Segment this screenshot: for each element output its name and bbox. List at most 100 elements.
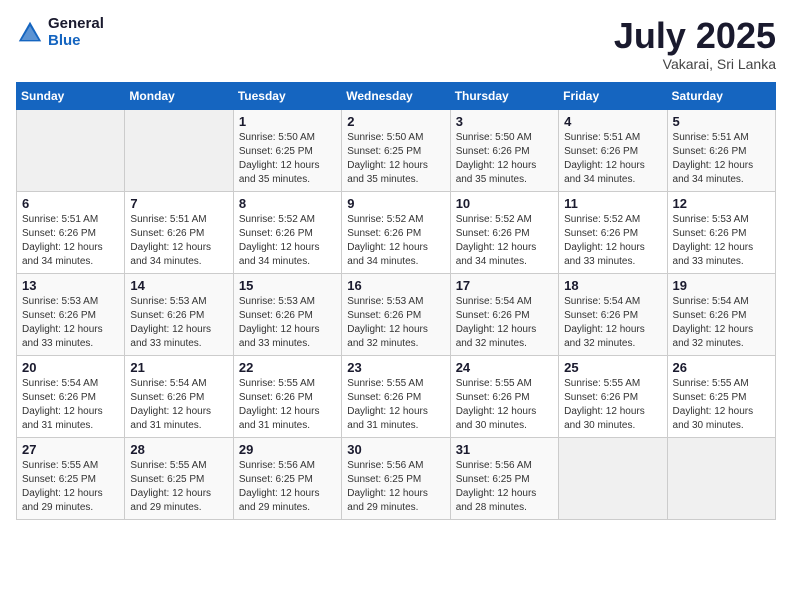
calendar-cell — [667, 437, 775, 519]
page-header: General Blue July 2025 Vakarai, Sri Lank… — [16, 16, 776, 72]
title-area: July 2025 Vakarai, Sri Lanka — [614, 16, 776, 72]
calendar-week-row: 27 Sunrise: 5:55 AMSunset: 6:25 PMDayligh… — [17, 437, 776, 519]
day-info: Sunrise: 5:50 AMSunset: 6:25 PMDaylight:… — [347, 131, 444, 187]
day-number: 31 — [456, 442, 553, 457]
calendar-cell: 26 Sunrise: 5:55 AMSunset: 6:25 PMDayligh… — [667, 355, 775, 437]
day-info: Sunrise: 5:51 AMSunset: 6:26 PMDaylight:… — [130, 213, 227, 269]
calendar-cell: 19Sunrise: 5:54 AMSunset: 6:26 PMDayligh… — [667, 273, 775, 355]
day-number: 29 — [239, 442, 336, 457]
location: Vakarai, Sri Lanka — [614, 56, 776, 72]
day-number: 17 — [456, 278, 553, 293]
calendar-week-row: 1Sunrise: 5:50 AMSunset: 6:25 PMDaylight… — [17, 109, 776, 191]
day-info: Sunrise: 5:55 AMSunset: 6:25 PMDaylight:… — [22, 459, 119, 515]
calendar-cell: 23Sunrise: 5:55 AMSunset: 6:26 PMDayligh… — [342, 355, 450, 437]
weekday-header: Monday — [125, 82, 233, 109]
calendar-cell: 2 Sunrise: 5:50 AMSunset: 6:25 PMDaylight… — [342, 109, 450, 191]
day-info: Sunrise: 5:51 AMSunset: 6:26 PMDaylight:… — [22, 213, 119, 269]
day-info: Sunrise: 5:55 AMSunset: 6:25 PMDaylight:… — [673, 377, 770, 433]
calendar-cell: 31 Sunrise: 5:56 AMSunset: 6:25 PMDayligh… — [450, 437, 558, 519]
day-number: 11 — [564, 196, 661, 211]
day-number: 21 — [130, 360, 227, 375]
month-title: July 2025 — [614, 16, 776, 56]
calendar-cell — [559, 437, 667, 519]
logo-icon — [16, 19, 44, 47]
day-info: Sunrise: 5:50 AMSunset: 6:25 PMDaylight:… — [239, 131, 336, 187]
calendar-cell: 14Sunrise: 5:53 AMSunset: 6:26 PMDayligh… — [125, 273, 233, 355]
weekday-header: Friday — [559, 82, 667, 109]
calendar-cell — [125, 109, 233, 191]
day-info: Sunrise: 5:55 AMSunset: 6:26 PMDaylight:… — [456, 377, 553, 433]
calendar-cell: 7Sunrise: 5:51 AMSunset: 6:26 PMDaylight… — [125, 191, 233, 273]
day-info: Sunrise: 5:52 AMSunset: 6:26 PMDaylight:… — [347, 213, 444, 269]
day-number: 24 — [456, 360, 553, 375]
calendar-cell: 3 Sunrise: 5:50 AMSunset: 6:26 PMDaylight… — [450, 109, 558, 191]
day-number: 28 — [130, 442, 227, 457]
calendar-table: SundayMondayTuesdayWednesdayThursdayFrid… — [16, 82, 776, 520]
day-number: 3 — [456, 114, 553, 129]
day-info: Sunrise: 5:51 AMSunset: 6:26 PMDaylight:… — [673, 131, 770, 187]
day-number: 25 — [564, 360, 661, 375]
day-info: Sunrise: 5:54 AMSunset: 6:26 PMDaylight:… — [564, 295, 661, 351]
calendar-cell: 13 Sunrise: 5:53 AMSunset: 6:26 PMDayligh… — [17, 273, 125, 355]
day-number: 8 — [239, 196, 336, 211]
day-number: 2 — [347, 114, 444, 129]
weekday-header: Wednesday — [342, 82, 450, 109]
day-info: Sunrise: 5:54 AMSunset: 6:26 PMDaylight:… — [456, 295, 553, 351]
calendar-header: SundayMondayTuesdayWednesdayThursdayFrid… — [17, 82, 776, 109]
calendar-cell: 10 Sunrise: 5:52 AMSunset: 6:26 PMDayligh… — [450, 191, 558, 273]
calendar-cell: 21 Sunrise: 5:54 AMSunset: 6:26 PMDayligh… — [125, 355, 233, 437]
day-info: Sunrise: 5:54 AMSunset: 6:26 PMDaylight:… — [673, 295, 770, 351]
day-info: Sunrise: 5:53 AMSunset: 6:26 PMDaylight:… — [239, 295, 336, 351]
day-info: Sunrise: 5:54 AMSunset: 6:26 PMDaylight:… — [22, 377, 119, 433]
day-number: 26 — [673, 360, 770, 375]
weekday-header: Sunday — [17, 82, 125, 109]
day-number: 30 — [347, 442, 444, 457]
day-info: Sunrise: 5:52 AMSunset: 6:26 PMDaylight:… — [239, 213, 336, 269]
calendar-cell — [17, 109, 125, 191]
calendar-cell: 17 Sunrise: 5:54 AMSunset: 6:26 PMDayligh… — [450, 273, 558, 355]
weekday-row: SundayMondayTuesdayWednesdayThursdayFrid… — [17, 82, 776, 109]
day-info: Sunrise: 5:54 AMSunset: 6:26 PMDaylight:… — [130, 377, 227, 433]
calendar-cell: 4 Sunrise: 5:51 AMSunset: 6:26 PMDaylight… — [559, 109, 667, 191]
day-number: 5 — [673, 114, 770, 129]
logo: General Blue — [16, 16, 104, 49]
day-info: Sunrise: 5:50 AMSunset: 6:26 PMDaylight:… — [456, 131, 553, 187]
weekday-header: Tuesday — [233, 82, 341, 109]
day-info: Sunrise: 5:51 AMSunset: 6:26 PMDaylight:… — [564, 131, 661, 187]
calendar-cell: 16Sunrise: 5:53 AMSunset: 6:26 PMDayligh… — [342, 273, 450, 355]
day-info: Sunrise: 5:52 AMSunset: 6:26 PMDaylight:… — [456, 213, 553, 269]
calendar-week-row: 6Sunrise: 5:51 AMSunset: 6:26 PMDaylight… — [17, 191, 776, 273]
weekday-header: Thursday — [450, 82, 558, 109]
day-info: Sunrise: 5:56 AMSunset: 6:25 PMDaylight:… — [347, 459, 444, 515]
day-number: 13 — [22, 278, 119, 293]
calendar-cell: 20 Sunrise: 5:54 AMSunset: 6:26 PMDayligh… — [17, 355, 125, 437]
day-info: Sunrise: 5:53 AMSunset: 6:26 PMDaylight:… — [673, 213, 770, 269]
day-info: Sunrise: 5:53 AMSunset: 6:26 PMDaylight:… — [22, 295, 119, 351]
calendar-cell: 24 Sunrise: 5:55 AMSunset: 6:26 PMDayligh… — [450, 355, 558, 437]
calendar-cell: 25 Sunrise: 5:55 AMSunset: 6:26 PMDayligh… — [559, 355, 667, 437]
day-info: Sunrise: 5:55 AMSunset: 6:25 PMDaylight:… — [130, 459, 227, 515]
calendar-week-row: 13 Sunrise: 5:53 AMSunset: 6:26 PMDayligh… — [17, 273, 776, 355]
calendar-cell: 18 Sunrise: 5:54 AMSunset: 6:26 PMDayligh… — [559, 273, 667, 355]
calendar-cell: 11Sunrise: 5:52 AMSunset: 6:26 PMDayligh… — [559, 191, 667, 273]
day-number: 4 — [564, 114, 661, 129]
day-number: 20 — [22, 360, 119, 375]
day-info: Sunrise: 5:56 AMSunset: 6:25 PMDaylight:… — [239, 459, 336, 515]
day-number: 10 — [456, 196, 553, 211]
day-number: 27 — [22, 442, 119, 457]
day-info: Sunrise: 5:55 AMSunset: 6:26 PMDaylight:… — [564, 377, 661, 433]
calendar-cell: 30 Sunrise: 5:56 AMSunset: 6:25 PMDayligh… — [342, 437, 450, 519]
calendar-cell: 27 Sunrise: 5:55 AMSunset: 6:25 PMDayligh… — [17, 437, 125, 519]
calendar-cell: 5 Sunrise: 5:51 AMSunset: 6:26 PMDaylight… — [667, 109, 775, 191]
day-number: 18 — [564, 278, 661, 293]
calendar-cell: 28 Sunrise: 5:55 AMSunset: 6:25 PMDayligh… — [125, 437, 233, 519]
day-number: 15 — [239, 278, 336, 293]
calendar-cell: 15 Sunrise: 5:53 AMSunset: 6:26 PMDayligh… — [233, 273, 341, 355]
calendar-cell: 12 Sunrise: 5:53 AMSunset: 6:26 PMDayligh… — [667, 191, 775, 273]
day-info: Sunrise: 5:56 AMSunset: 6:25 PMDaylight:… — [456, 459, 553, 515]
day-number: 12 — [673, 196, 770, 211]
calendar-cell: 22Sunrise: 5:55 AMSunset: 6:26 PMDayligh… — [233, 355, 341, 437]
calendar-cell: 8 Sunrise: 5:52 AMSunset: 6:26 PMDaylight… — [233, 191, 341, 273]
logo-general: General — [48, 16, 104, 33]
day-info: Sunrise: 5:55 AMSunset: 6:26 PMDaylight:… — [347, 377, 444, 433]
